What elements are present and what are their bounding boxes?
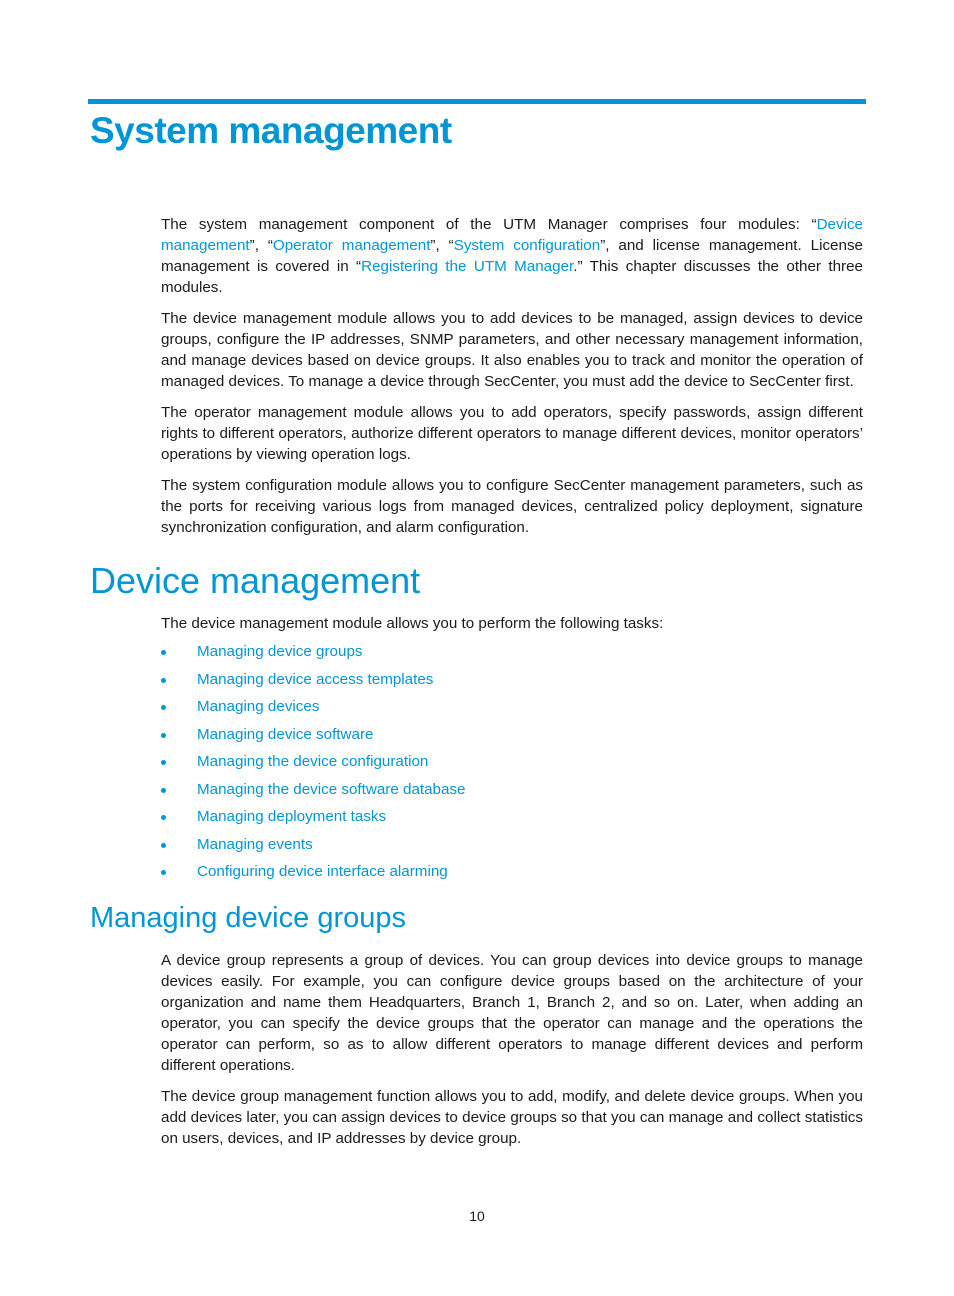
task-list-item: Configuring device interface alarming (161, 861, 466, 889)
link-managing-device-software[interactable]: Managing device software (197, 724, 373, 746)
chapter-title-rule (88, 99, 866, 104)
chapter-intro-block: The system management component of the U… (161, 214, 863, 548)
bullet-icon (161, 870, 166, 875)
link-managing-deployment-tasks[interactable]: Managing deployment tasks (197, 806, 386, 828)
device-management-intro: The device management module allows you … (161, 615, 664, 632)
link-operator-management[interactable]: Operator management (273, 237, 431, 254)
link-managing-device-access-templates[interactable]: Managing device access templates (197, 669, 433, 691)
intro-text-1: The system management component of the U… (161, 216, 817, 233)
link-managing-device-software-database[interactable]: Managing the device software database (197, 779, 466, 801)
intro-text-3: ”, “ (430, 237, 454, 254)
bullet-icon (161, 732, 166, 738)
paragraph-operator-management-module: The operator management module allows yo… (161, 404, 863, 463)
chapter-intro-paragraph: The system management component of the U… (161, 214, 863, 298)
bullet-icon (161, 787, 166, 793)
link-configuring-device-interface-alarming[interactable]: Configuring device interface alarming (197, 861, 448, 883)
task-list-item: Managing events (161, 834, 466, 862)
bullet-icon (161, 677, 166, 683)
task-list-item: Managing device groups (161, 641, 466, 669)
link-system-configuration[interactable]: System configuration (454, 237, 601, 254)
page-number: 10 (469, 1208, 485, 1224)
paragraph-system-configuration-module: The system configuration module allows y… (161, 477, 863, 536)
link-managing-device-configuration[interactable]: Managing the device configuration (197, 751, 428, 773)
bullet-icon (161, 705, 166, 710)
bullet-icon (161, 815, 166, 820)
paragraph-device-group-function: The device group management function all… (161, 1088, 863, 1147)
task-list: Managing device groups Managing device a… (161, 641, 466, 889)
bullet-icon (161, 650, 166, 655)
managing-device-groups-block: A device group represents a group of dev… (161, 950, 863, 1159)
task-list-item: Managing device access templates (161, 669, 466, 697)
section-title-device-management: Device management (90, 560, 421, 601)
paragraph-device-management-module: The device management module allows you … (161, 310, 863, 390)
subsection-title-managing-device-groups: Managing device groups (90, 902, 406, 934)
task-list-item: Managing device software (161, 724, 466, 752)
device-management-intro-block: The device management module allows you … (161, 613, 863, 644)
link-managing-events[interactable]: Managing events (197, 834, 313, 856)
bullet-icon (161, 760, 166, 765)
task-list-item: Managing devices (161, 696, 466, 724)
bullet-icon (161, 842, 166, 848)
link-registering-utm-manager[interactable]: Registering the UTM Manager (361, 258, 573, 275)
task-list-item: Managing the device configuration (161, 751, 466, 779)
task-list-item: Managing the device software database (161, 779, 466, 807)
intro-text-2: ”, “ (249, 237, 273, 254)
link-managing-device-groups[interactable]: Managing device groups (197, 641, 362, 663)
task-list-item: Managing deployment tasks (161, 806, 466, 834)
paragraph-device-group-definition: A device group represents a group of dev… (161, 952, 863, 1074)
link-managing-devices[interactable]: Managing devices (197, 696, 319, 718)
chapter-title: System management (90, 110, 452, 151)
